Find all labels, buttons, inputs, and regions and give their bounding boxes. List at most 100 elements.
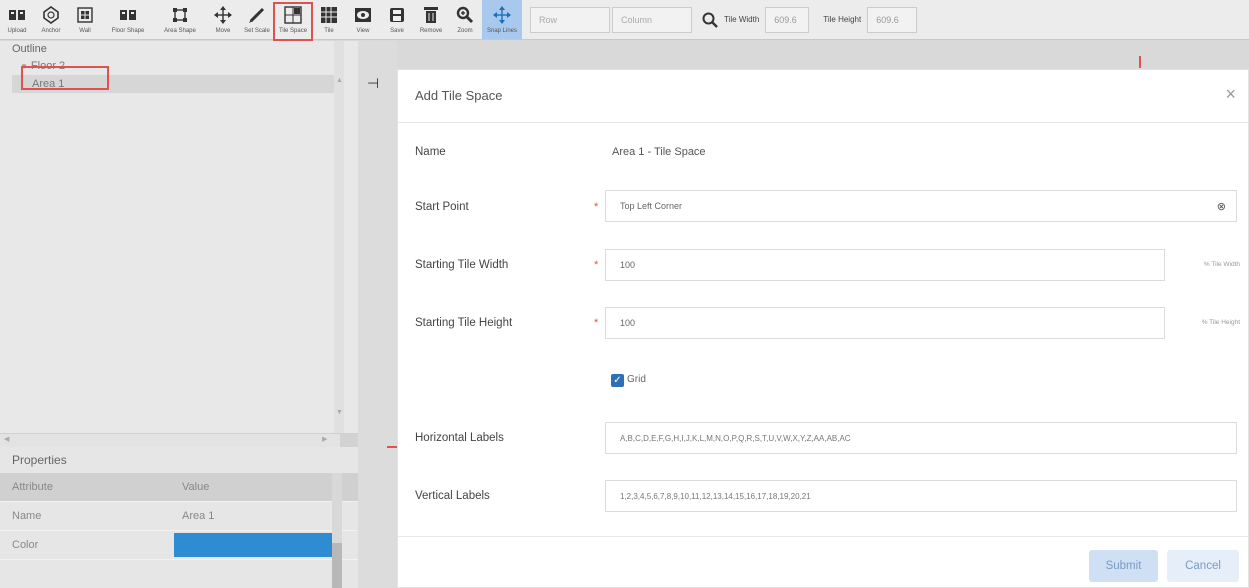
clear-icon[interactable]: ⊗ <box>1217 200 1226 213</box>
floor-shape-label: Floor Shape <box>111 28 145 34</box>
tile-label: Tile <box>324 28 334 34</box>
save-icon <box>389 4 405 26</box>
add-tile-space-dialog: Add Tile Space × Name Area 1 - Tile Spac… <box>397 69 1249 588</box>
panel-collapse-strip: ⊣ <box>358 41 397 588</box>
wall-button[interactable]: Wall <box>68 0 102 39</box>
cancel-button[interactable]: Cancel <box>1167 550 1239 582</box>
property-row-color: Color <box>0 531 358 560</box>
anchor-label: Anchor <box>41 28 61 34</box>
area-shape-label: Area Shape <box>164 28 196 34</box>
set-scale-label: Set Scale <box>244 28 270 34</box>
set-scale-button[interactable]: Set Scale <box>240 0 274 39</box>
area-shape-icon <box>172 4 188 26</box>
outline-title: Outline <box>12 43 47 55</box>
start-point-select[interactable]: Top Left Corner ⊗ <box>605 190 1237 222</box>
tile-space-button[interactable]: Tile Space <box>273 0 313 41</box>
tile-height-input[interactable]: 609.6 <box>867 7 918 33</box>
zoom-icon <box>456 4 474 26</box>
tile-width-input[interactable]: 609.6 <box>765 7 810 33</box>
upload-icon <box>8 4 26 26</box>
anchor-icon <box>42 4 60 26</box>
attribute-column-header: Attribute <box>12 481 53 493</box>
property-row-name: Name Area 1 <box>0 502 358 531</box>
tile-space-icon <box>284 4 302 26</box>
dialog-footer: Submit Cancel <box>398 536 1249 588</box>
remove-button[interactable]: Remove <box>414 0 448 39</box>
tile-height-input[interactable]: 100 <box>605 307 1165 339</box>
trash-icon <box>423 4 439 26</box>
search-icon[interactable] <box>702 0 718 39</box>
canvas-red-line <box>1139 56 1141 68</box>
collapse-arrow-icon[interactable]: ⊣ <box>367 75 379 92</box>
scroll-thumb[interactable] <box>332 543 342 588</box>
pencil-icon <box>248 4 266 26</box>
tile-icon <box>320 4 338 26</box>
tile-space-label: Tile Space <box>278 28 308 34</box>
zoom-label: Zoom <box>457 28 473 34</box>
properties-panel: Properties Attribute Value Name Area 1 C… <box>0 447 358 588</box>
column-input[interactable]: Column <box>612 7 692 33</box>
outline-scrollbar[interactable]: ▲ ▼ <box>334 41 344 433</box>
start-point-value: Top Left Corner <box>620 201 683 211</box>
vertical-labels-input[interactable]: 1,2,3,4,5,6,7,8,9,10,11,12,13,14,15,16,1… <box>605 480 1237 512</box>
floor-shape-button[interactable]: Floor Shape <box>102 0 154 39</box>
upload-label: Upload <box>7 28 27 34</box>
submit-button[interactable]: Submit <box>1089 550 1158 582</box>
snap-lines-label: Snap Lines <box>486 28 518 34</box>
color-swatch[interactable] <box>174 533 336 557</box>
value-column-header: Value <box>182 481 210 493</box>
anchor-button[interactable]: Anchor <box>34 0 68 39</box>
close-icon[interactable]: × <box>1225 84 1236 105</box>
zoom-button[interactable]: Zoom <box>448 0 482 39</box>
tile-button[interactable]: Tile <box>312 0 346 39</box>
view-icon <box>354 4 372 26</box>
property-attr: Name <box>12 510 42 522</box>
wall-icon <box>77 4 93 26</box>
name-label: Name <box>415 146 446 158</box>
grid-label: Grid <box>627 374 646 385</box>
grid-checkbox[interactable]: ✓ <box>611 374 624 387</box>
area-shape-button[interactable]: Area Shape <box>154 0 206 39</box>
tile-width-label: Starting Tile Width <box>415 259 509 271</box>
save-label: Save <box>390 28 404 34</box>
horizontal-labels-input[interactable]: A,B,C,D,E,F,G,H,I,J,K,L,M,N,O,P,Q,R,S,T,… <box>605 422 1237 454</box>
tile-width-label: Tile Width <box>724 15 760 24</box>
tile-height-unit: % Tile Height <box>1201 319 1240 326</box>
name-value: Area 1 - Tile Space <box>612 146 706 158</box>
toolbar: Upload Anchor Wall Floor Shape Area Shap… <box>0 0 1249 41</box>
property-value[interactable]: Area 1 <box>172 502 334 530</box>
properties-title: Properties <box>12 453 67 467</box>
snap-lines-button[interactable]: Snap Lines <box>482 0 522 39</box>
move-label: Move <box>215 28 231 34</box>
outline-hscrollbar[interactable]: ◀ ▶ <box>0 433 358 447</box>
row-input[interactable]: Row <box>530 7 610 33</box>
dialog-header: Add Tile Space × <box>398 70 1248 123</box>
dialog-title: Add Tile Space <box>415 88 503 103</box>
wall-label: Wall <box>79 28 91 34</box>
view-label: View <box>356 28 370 34</box>
move-icon <box>214 4 232 26</box>
view-button[interactable]: View <box>346 0 380 39</box>
tile-height-label: Starting Tile Height <box>415 317 513 329</box>
tile-height-label: Tile Height <box>823 15 862 24</box>
property-attr: Color <box>12 539 39 551</box>
save-button[interactable]: Save <box>380 0 414 39</box>
move-button[interactable]: Move <box>206 0 240 39</box>
tile-width-input[interactable]: 100 <box>605 249 1165 281</box>
start-point-label: Start Point <box>415 201 469 213</box>
tile-width-unit: % Tile Width <box>1203 261 1240 268</box>
area-highlight-box <box>21 66 109 90</box>
properties-header: Attribute Value <box>0 473 358 502</box>
remove-label: Remove <box>419 28 443 34</box>
floor-shape-icon <box>119 4 137 26</box>
horizontal-labels-label: Horizontal Labels <box>415 432 504 444</box>
required-marker: * <box>594 201 599 213</box>
outline-panel: Outline ▼ Floor 2 Area 1 ▲ ▼ <box>0 41 358 433</box>
canvas-red-line-2 <box>387 446 397 448</box>
snap-lines-icon <box>493 4 511 26</box>
upload-button[interactable]: Upload <box>0 0 34 39</box>
vertical-labels-label: Vertical Labels <box>415 490 490 502</box>
properties-scrollbar[interactable] <box>332 473 342 588</box>
required-marker: * <box>594 317 599 329</box>
required-marker: * <box>594 259 599 271</box>
